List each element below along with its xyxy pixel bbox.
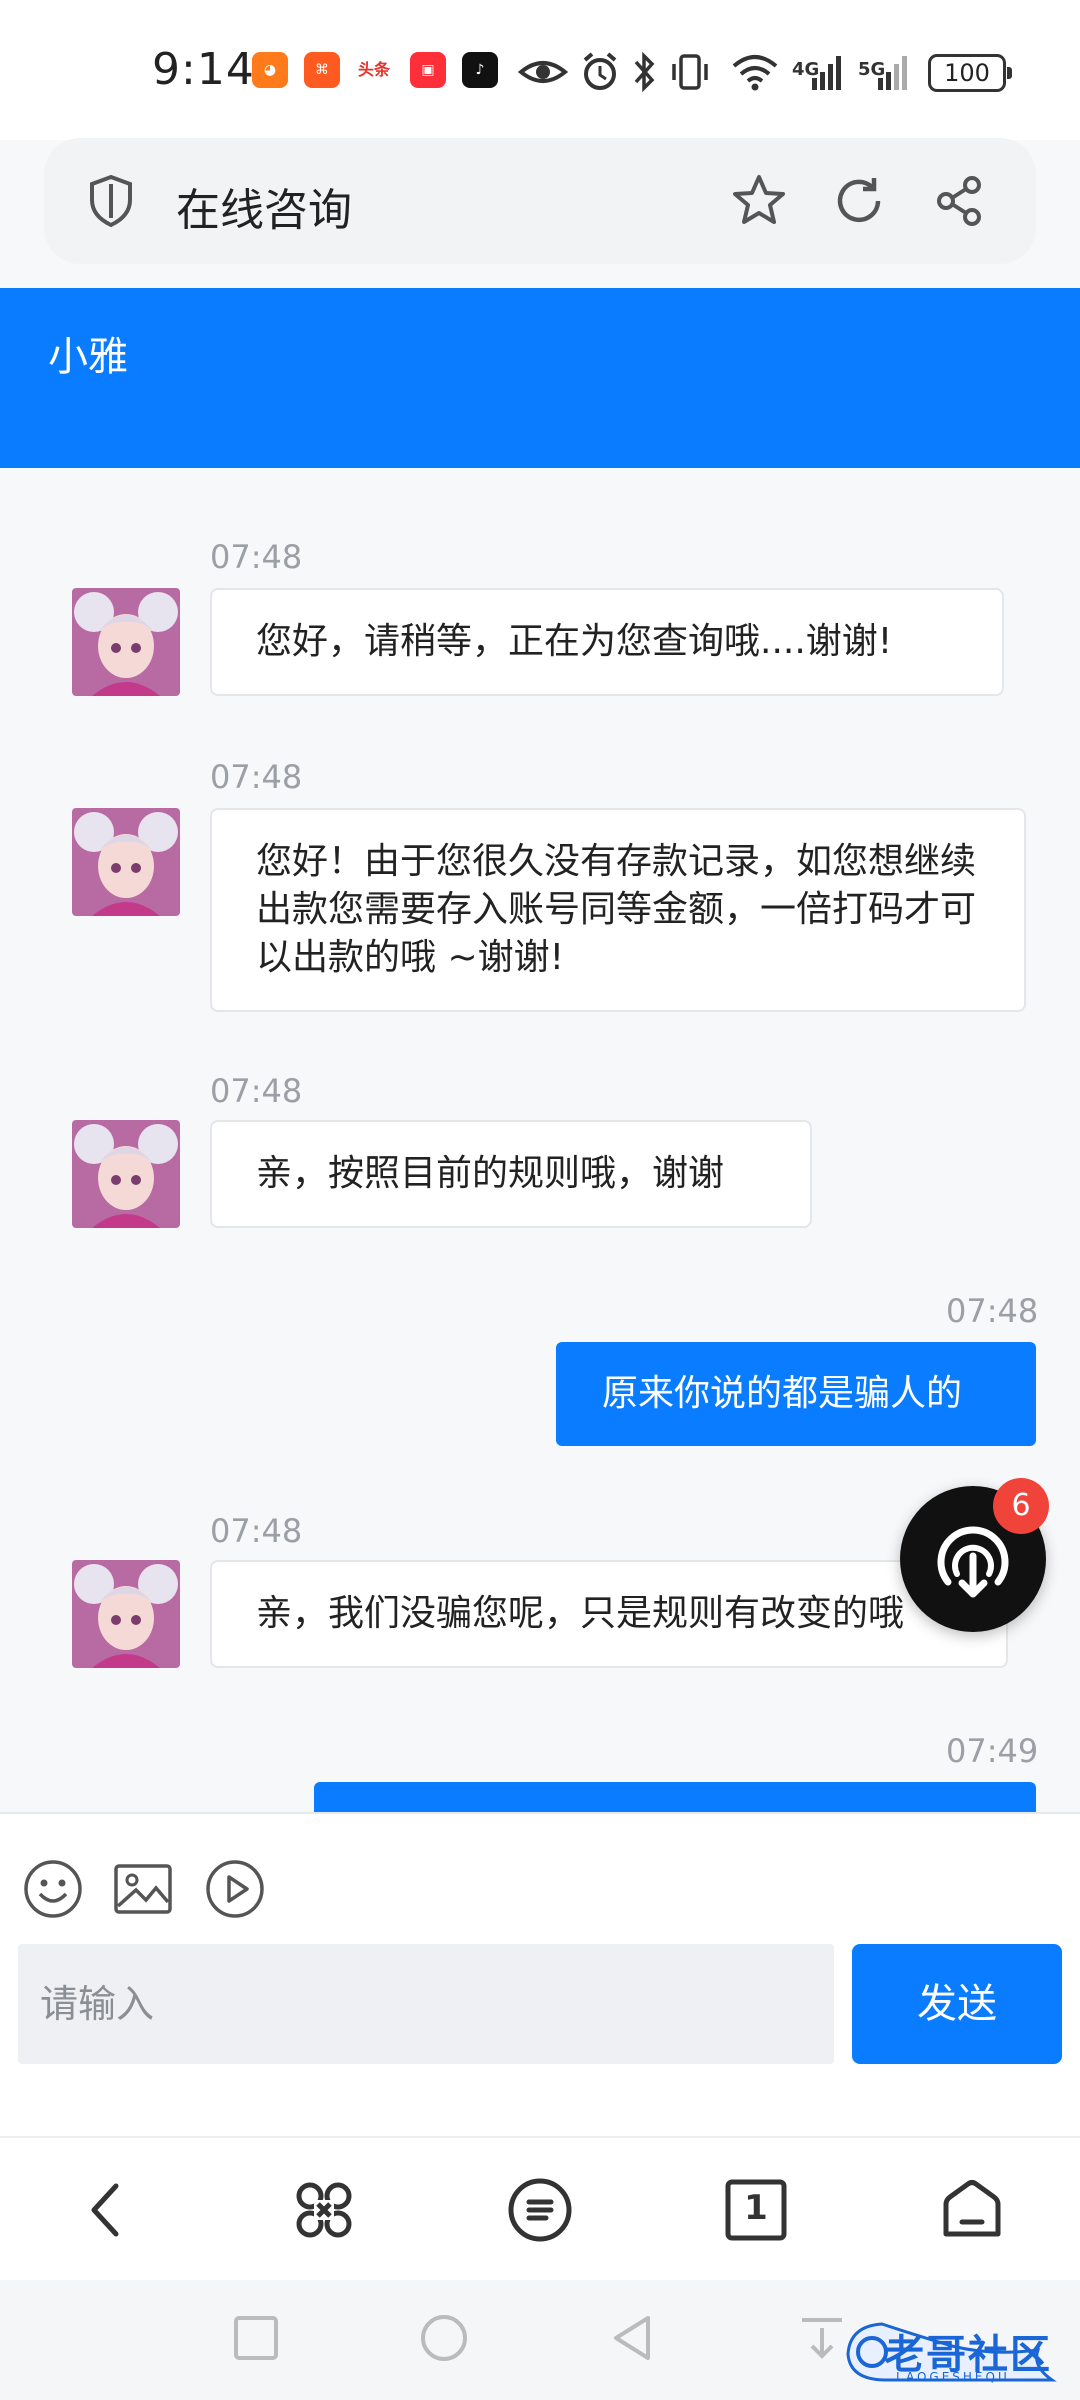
message-time: 07:48	[210, 1072, 303, 1110]
status-bar: 9:14 ◕ ⌘ 头条 ▣ ♪ 4G 5G 100	[0, 0, 1080, 140]
page-title: 在线咨询	[176, 185, 352, 236]
back-icon[interactable]	[72, 2174, 144, 2246]
bluetooth-icon	[634, 51, 655, 93]
browser-bottom-nav: 1	[0, 2136, 1080, 2280]
chat-input-area: 发送	[0, 1812, 1080, 2136]
image-icon[interactable]	[112, 1858, 174, 1920]
avatar-image	[72, 1120, 180, 1228]
star-icon[interactable]	[730, 172, 788, 230]
message-bubble-outgoing	[314, 1782, 1036, 1812]
recents-icon[interactable]	[228, 2310, 284, 2366]
agent-name: 小雅	[48, 334, 128, 380]
avatar[interactable]	[72, 808, 180, 916]
message-time: 07:49	[946, 1732, 1039, 1770]
message-time: 07:48	[946, 1292, 1039, 1330]
message-bubble-incoming: 您好！由于您很久没有存款记录，如您想继续出款您需要存入账号同等金额，一倍打码才可…	[210, 808, 1026, 1012]
shield-icon[interactable]	[86, 172, 136, 230]
notification-badge: 6	[993, 1478, 1049, 1534]
status-time: 9:14	[152, 44, 255, 95]
message-time: 07:48	[210, 1512, 303, 1550]
avatar-image	[72, 1560, 180, 1668]
send-button[interactable]: 发送	[852, 1944, 1062, 2064]
avatar[interactable]	[72, 588, 180, 696]
message-time: 07:48	[210, 758, 303, 796]
back-triangle-icon[interactable]	[604, 2310, 660, 2366]
alarm-icon	[583, 52, 617, 90]
avatar-image	[72, 808, 180, 916]
refresh-icon[interactable]	[830, 172, 888, 230]
douyin-icon: ♪	[462, 52, 498, 88]
message-bubble-incoming: 亲，按照目前的规则哦，谢谢	[210, 1120, 812, 1228]
wifi-icon	[732, 55, 778, 91]
signal-icon	[812, 56, 841, 90]
battery-indicator: 100	[928, 54, 1012, 92]
message-bubble-incoming: 您好，请稍等，正在为您查询哦....谢谢!	[210, 588, 1004, 696]
message-time: 07:48	[210, 538, 303, 576]
tabs-count: 1	[744, 2188, 768, 2228]
emoji-icon[interactable]	[22, 1858, 84, 1920]
menu-icon[interactable]	[504, 2174, 576, 2246]
browser-address-bar[interactable]: 在线咨询	[44, 138, 1036, 264]
taobao-icon: ◕	[252, 52, 288, 88]
video-icon[interactable]	[204, 1858, 266, 1920]
message-bubble-outgoing: 原来你说的都是骗人的	[556, 1342, 1036, 1446]
avatar[interactable]	[72, 1560, 180, 1668]
eye-icon	[518, 61, 568, 83]
watermark-subtext: LAOGESHEQU	[896, 2370, 1010, 2384]
signal-icon-2	[878, 56, 907, 90]
red-app-icon: ▣	[410, 52, 446, 88]
message-input[interactable]	[18, 1944, 834, 2064]
message-bubble-incoming: 亲，我们没骗您呢，只是规则有改变的哦	[210, 1560, 1008, 1668]
chat-header: 小雅	[0, 288, 1080, 468]
home-circle-icon[interactable]	[416, 2310, 472, 2366]
tabs-icon[interactable]: 1	[720, 2174, 792, 2246]
avatar-image	[72, 588, 180, 696]
avatar[interactable]	[72, 1120, 180, 1228]
apps-icon[interactable]	[288, 2174, 360, 2246]
toutiao-icon: 头条	[356, 52, 392, 88]
kuaishou-icon: ⌘	[304, 52, 340, 88]
vibrate-icon	[672, 54, 708, 90]
home-icon[interactable]	[936, 2174, 1008, 2246]
share-icon[interactable]	[930, 172, 988, 230]
